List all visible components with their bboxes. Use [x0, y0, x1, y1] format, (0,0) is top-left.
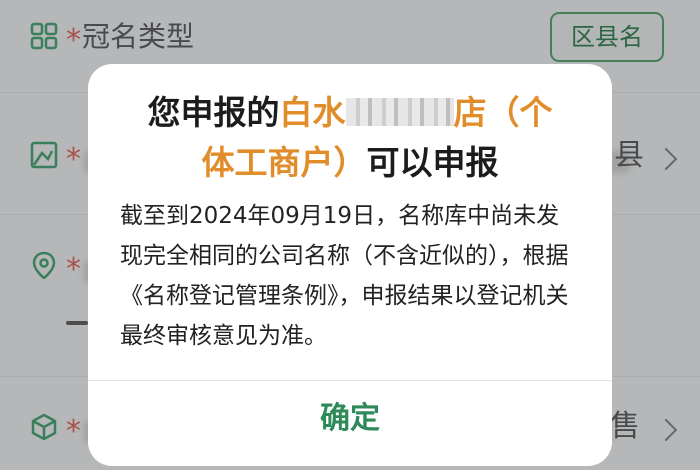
title-line2-rest: 可以申报 — [366, 143, 499, 182]
confirm-button[interactable]: 确定 — [88, 381, 612, 466]
title-name-end: 店（个 — [453, 93, 553, 132]
dialog-message: 截至到2024年09月19日，名称库中尚未发现完全相同的公司名称（不含近似的），… — [120, 203, 569, 349]
title-name-start: 白水 — [279, 93, 346, 132]
redacted-name — [345, 97, 454, 126]
title-prefix: 您申报的 — [147, 93, 280, 132]
result-dialog: 您申报的白水 店（个 体工商户）可以申报 截至到2024年09月19日，名称库中尚… — [88, 64, 612, 466]
dialog-title: 您申报的白水 店（个 体工商户）可以申报 — [88, 88, 612, 188]
title-line2-highlight: 体工商户） — [201, 143, 367, 182]
